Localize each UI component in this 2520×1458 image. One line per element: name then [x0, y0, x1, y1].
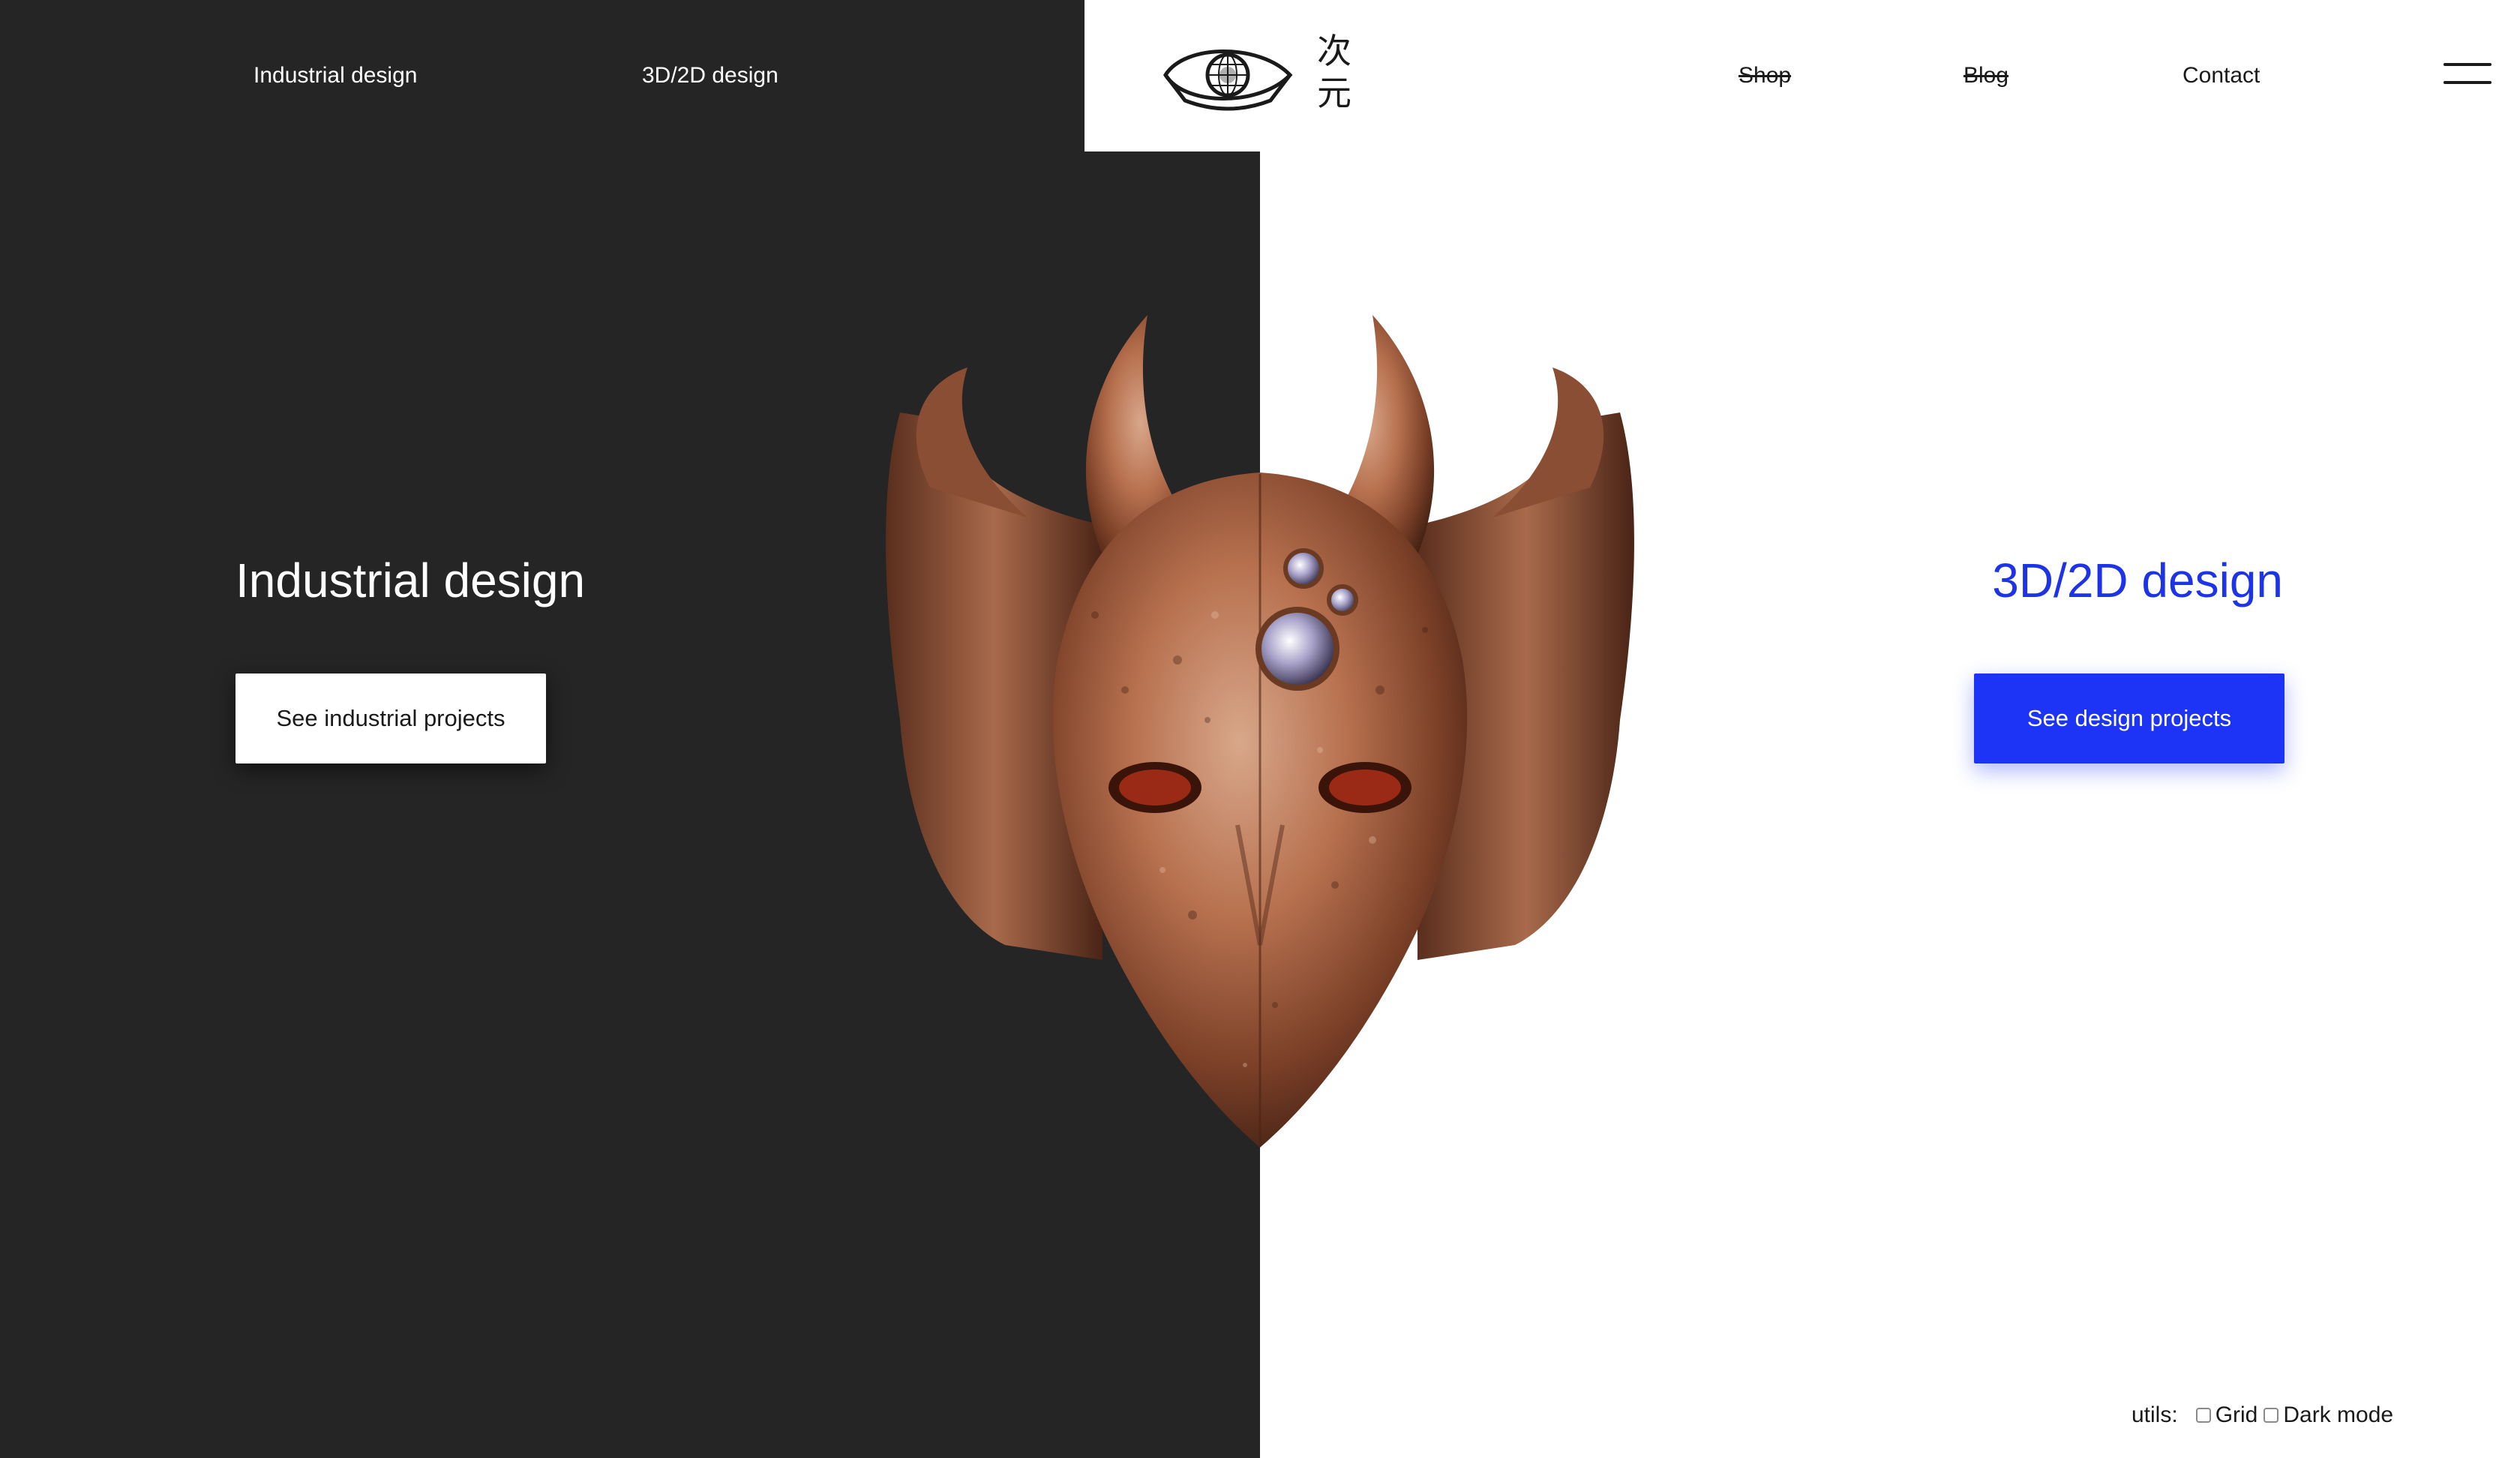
nav-link-3d-2d-design[interactable]: 3D/2D design	[642, 64, 778, 87]
eye-logo-icon	[1163, 50, 1293, 111]
see-industrial-projects-button[interactable]: See industrial projects	[236, 674, 546, 764]
hamburger-menu-icon[interactable]	[2444, 60, 2492, 88]
see-design-projects-button[interactable]: See design projects	[1974, 674, 2284, 764]
menu-line	[2444, 63, 2492, 66]
checkbox-icon[interactable]	[2195, 1408, 2211, 1423]
utils-bar: utils: Grid Dark mode	[2132, 1402, 2399, 1428]
dark-mode-toggle-label: Dark mode	[2283, 1402, 2394, 1427]
grid-toggle-label: Grid	[2215, 1402, 2258, 1427]
copper-mask-image	[886, 315, 1634, 1148]
logo-glyphs: 次元	[1317, 31, 1352, 113]
menu-line	[2444, 81, 2492, 84]
industrial-design-heading: Industrial design	[236, 554, 586, 608]
nav-link-industrial-design[interactable]: Industrial design	[254, 64, 417, 87]
checkbox-icon[interactable]	[2264, 1408, 2279, 1423]
utils-label: utils:	[2132, 1402, 2178, 1427]
site-logo[interactable]	[1162, 28, 1298, 126]
nav-link-contact[interactable]: Contact	[2182, 64, 2260, 87]
nav-link-shop[interactable]: Shop	[1738, 64, 1791, 87]
grid-toggle[interactable]: Grid	[2195, 1402, 2258, 1428]
dark-mode-toggle[interactable]: Dark mode	[2264, 1402, 2393, 1428]
nav-link-blog[interactable]: Blog	[1964, 64, 2008, 87]
design-heading: 3D/2D design	[1992, 554, 2283, 608]
